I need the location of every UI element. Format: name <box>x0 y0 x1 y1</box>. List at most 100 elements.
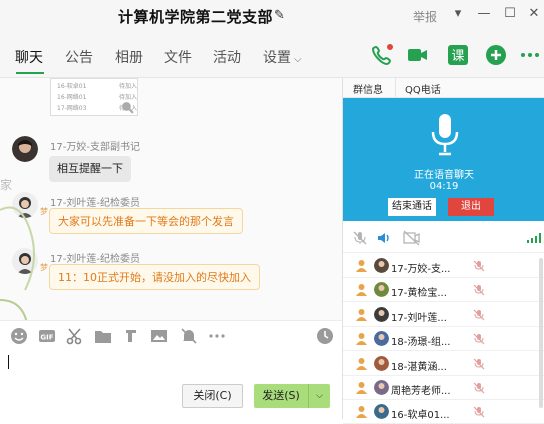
member-avatar[interactable] <box>374 404 389 420</box>
edit-pencil-icon[interactable]: ✎ <box>274 8 285 23</box>
member-avatar[interactable] <box>374 355 389 371</box>
avatar[interactable] <box>12 136 38 162</box>
phone-call-icon[interactable] <box>370 43 394 67</box>
member-avatar[interactable] <box>374 331 389 347</box>
svg-text:课: 课 <box>451 49 464 64</box>
member-list-scrollbar[interactable] <box>539 258 543 408</box>
right-tabs: 群信息 QQ电话 <box>343 78 544 98</box>
more-icon[interactable] <box>518 43 542 67</box>
member-avatar[interactable] <box>374 258 389 273</box>
message-bubble[interactable]: 相互提醒一下 <box>49 156 131 182</box>
member-mic-muted-icon <box>473 260 485 272</box>
member-row[interactable]: 18-汤璟-组... <box>343 327 544 352</box>
add-icon[interactable] <box>484 43 508 67</box>
member-row[interactable]: 18-湛黄涵... <box>343 352 544 376</box>
tab-qq-call[interactable]: QQ电话 <box>405 81 441 96</box>
member-mic-muted-icon <box>473 333 485 345</box>
member-name: 周艳芳老师... <box>391 386 451 397</box>
dropdown-icon[interactable]: ▾ <box>450 6 466 21</box>
zoom-icon[interactable] <box>121 101 134 114</box>
chat-message-area[interactable]: 16-软卓01 待加入 16-网络01 待加入 17-网络03 待加入 17-万… <box>0 78 342 320</box>
tab-settings-label[interactable]: 设置 <box>263 50 291 66</box>
speaker-icon[interactable] <box>377 231 391 245</box>
screenshot-scissors-icon[interactable] <box>66 327 84 345</box>
minimize-button[interactable]: — <box>476 6 492 21</box>
person-icon <box>356 333 367 346</box>
signal-strength-icon <box>527 233 541 243</box>
send-options-chevron-icon[interactable]: ⌵ <box>308 384 330 408</box>
message-bubble[interactable]: 11：10正式开始，请没加入的尽快加入 <box>49 264 260 290</box>
member-name: 18-湛黄涵... <box>391 361 447 373</box>
camera-off-icon[interactable] <box>403 230 420 246</box>
title-bar: 计算机学院第二党支部 ✎ 举报 ▾ — ☐ ✕ <box>0 0 544 32</box>
member-row[interactable]: 16-软卓01... <box>343 400 544 424</box>
classroom-icon[interactable]: 课 <box>446 43 470 67</box>
voice-status-text: 正在语音聊天 <box>414 170 474 181</box>
tab-files[interactable]: 文件 <box>164 47 192 67</box>
end-call-button[interactable]: 结束通话 <box>388 198 436 216</box>
message-input-area[interactable]: GIF 关闭(C) 发送(S) ⌵ <box>0 320 342 419</box>
member-avatar[interactable] <box>374 380 389 395</box>
tab-activity[interactable]: 活动 <box>213 47 241 67</box>
person-icon <box>356 308 367 321</box>
person-icon <box>356 284 367 297</box>
history-clock-icon[interactable] <box>316 327 334 345</box>
member-avatar[interactable] <box>374 306 389 322</box>
gif-icon[interactable]: GIF <box>38 327 56 345</box>
member-tag: 梦 <box>40 207 48 216</box>
mic-muted-icon[interactable] <box>353 231 367 245</box>
member-row[interactable]: 17-万姣-支... <box>343 254 544 278</box>
member-row[interactable]: 周艳芳老师... <box>343 376 544 400</box>
send-button[interactable]: 发送(S) <box>254 384 308 408</box>
close-window-button[interactable]: ✕ <box>526 6 542 21</box>
member-tag: 梦 <box>40 263 48 272</box>
text-cursor <box>8 355 9 369</box>
thumbnail-row-text: 17-网络03 <box>57 105 87 112</box>
video-call-icon[interactable] <box>406 43 430 67</box>
message-sender: 17-刘叶莲-纪检委员 <box>50 254 140 265</box>
message-bubble[interactable]: 大家可以先准备一下等会的那个发言 <box>49 208 243 234</box>
thumbnail-row-text: 16-软卓01 <box>57 83 87 90</box>
member-name: 17-万姣-支... <box>391 264 451 275</box>
member-row[interactable]: 17-黄检宝... <box>343 278 544 303</box>
tab-divider <box>395 78 396 98</box>
emoji-icon[interactable] <box>10 327 28 345</box>
more-tools-icon[interactable] <box>208 327 226 345</box>
message-sender: 17-刘叶莲-纪检委员 <box>50 198 140 209</box>
voice-chat-panel: 正在语音聊天 04:19 <box>343 98 544 221</box>
maximize-button[interactable]: ☐ <box>502 6 518 21</box>
avatar[interactable] <box>12 192 38 218</box>
folder-icon[interactable] <box>94 327 112 345</box>
exit-call-button[interactable]: 退出 <box>448 198 494 216</box>
member-avatar[interactable] <box>374 282 389 298</box>
tab-settings[interactable]: 设置 ⌵ <box>263 47 302 67</box>
tab-chat[interactable]: 聊天 <box>15 47 43 67</box>
member-name: 18-汤璟-组... <box>391 337 451 349</box>
person-icon <box>356 406 367 419</box>
svg-text:GIF: GIF <box>40 334 53 342</box>
tab-announcement[interactable]: 公告 <box>65 47 93 67</box>
image-thumbnail[interactable]: 16-软卓01 待加入 16-网络01 待加入 17-网络03 待加入 <box>50 78 138 116</box>
image-icon[interactable] <box>150 327 168 345</box>
close-button[interactable]: 关闭(C) <box>182 384 243 408</box>
member-row[interactable]: 17-刘叶莲... <box>343 303 544 327</box>
person-icon <box>356 357 367 370</box>
background-decoration-text: 家 <box>0 178 13 192</box>
member-mic-muted-icon <box>473 382 485 394</box>
call-controls <box>343 223 544 253</box>
thumbnail-row-text: 16-网络01 <box>57 94 87 101</box>
tab-album[interactable]: 相册 <box>115 47 143 67</box>
member-mic-muted-icon <box>473 358 485 370</box>
report-link[interactable]: 举报 <box>413 8 437 25</box>
avatar[interactable] <box>12 248 38 274</box>
member-name: 17-黄检宝... <box>391 288 447 300</box>
nav-bar: 聊天 公告 相册 文件 活动 设置 ⌵ 课 <box>0 32 544 78</box>
member-mic-muted-icon <box>473 406 485 418</box>
member-mic-muted-icon <box>473 309 485 321</box>
mute-bell-icon[interactable] <box>180 327 198 345</box>
member-mic-muted-icon <box>473 284 485 296</box>
message-sender: 17-万姣-支部副书记 <box>50 142 140 153</box>
music-icon[interactable] <box>122 327 140 345</box>
microphone-icon <box>431 114 459 156</box>
tab-group-info[interactable]: 群信息 <box>353 81 383 96</box>
